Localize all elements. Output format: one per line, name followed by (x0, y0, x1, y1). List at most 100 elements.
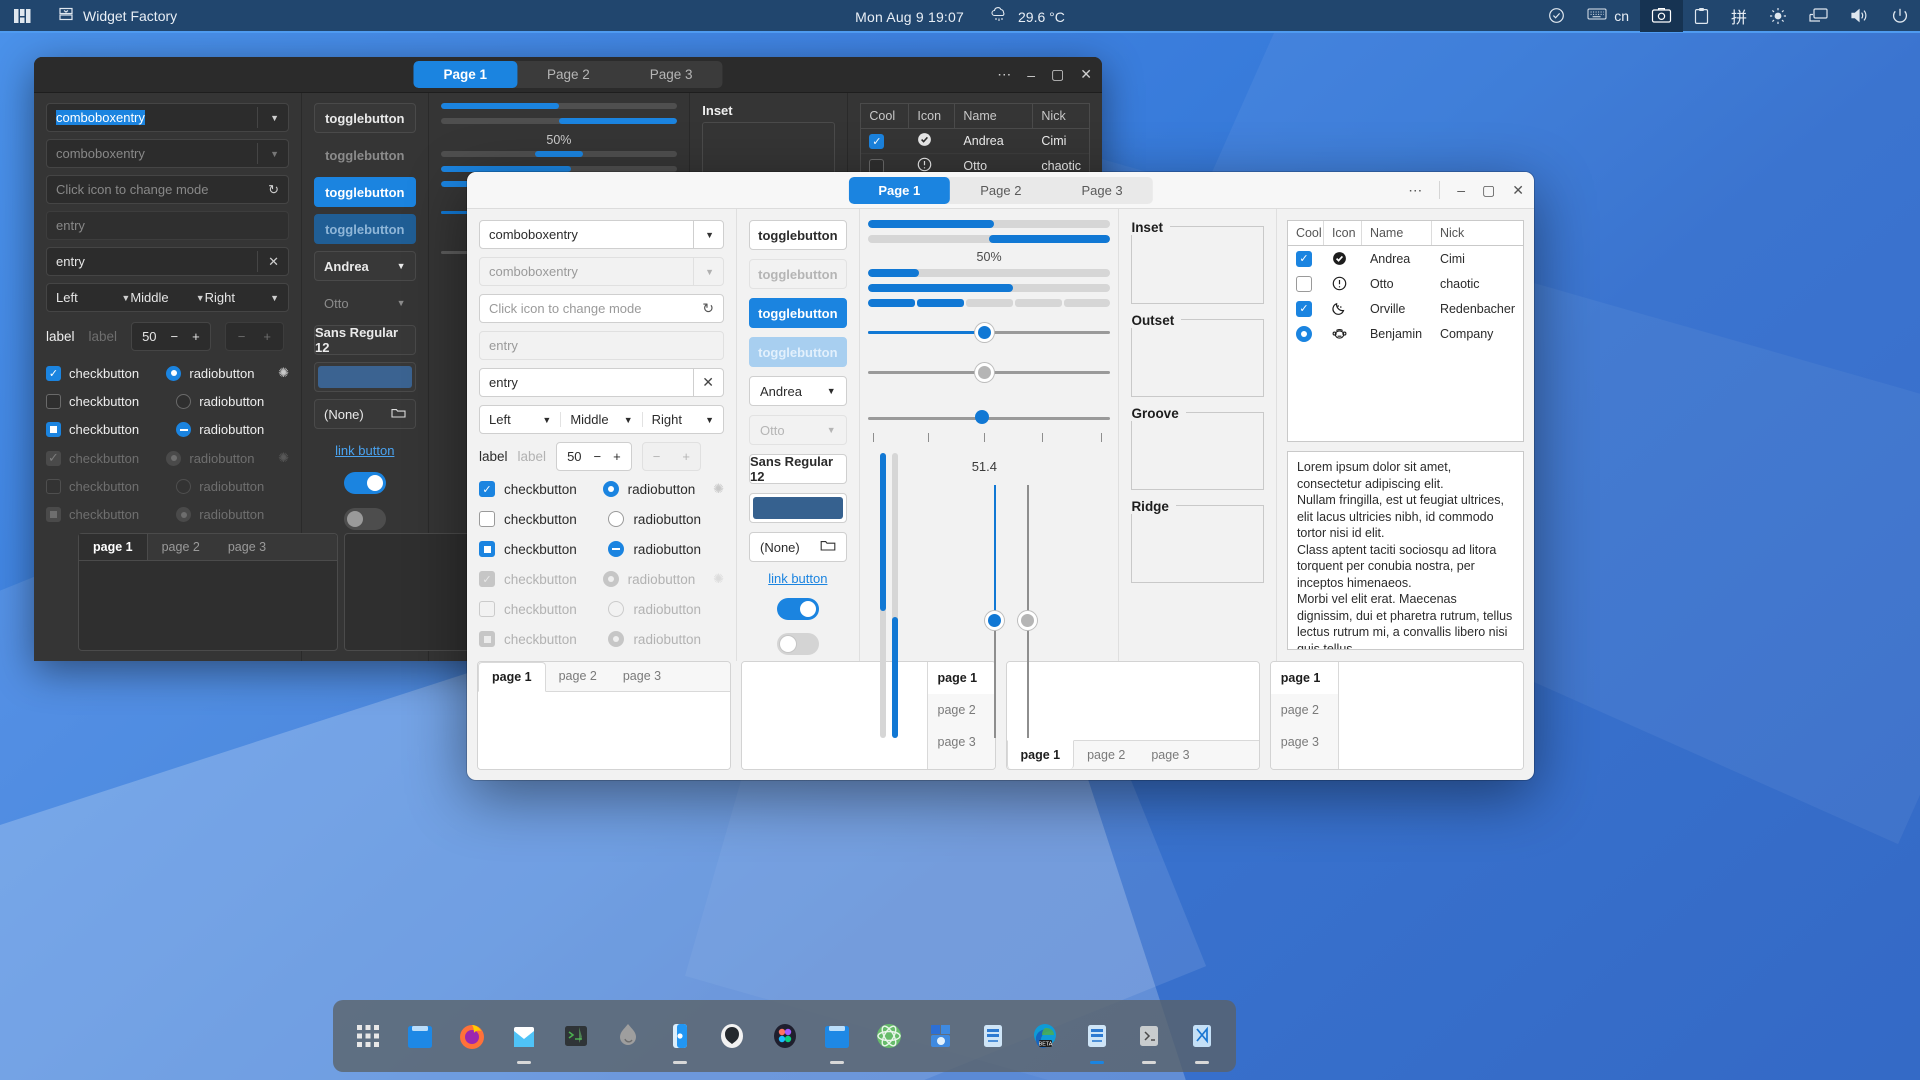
light-radiobutton-3[interactable] (608, 541, 625, 557)
widget-factory-window-light[interactable]: Page 1 Page 2 Page 3 ⋯ ‒ ▢ ✕ comboboxent… (467, 172, 1534, 780)
dock-item-gimp[interactable] (608, 1012, 649, 1060)
dark-nb-tab-2[interactable]: page 2 (148, 534, 214, 560)
dark-radiobutton-3[interactable] (176, 422, 192, 437)
dock-item-firefox[interactable] (451, 1012, 492, 1060)
dock-item-files[interactable] (399, 1012, 440, 1060)
light-checkbutton-2[interactable] (479, 511, 495, 527)
light-textview[interactable]: Lorem ipsum dolor sit amet, consectetur … (1286, 451, 1524, 650)
dark-notebook[interactable]: page 1 page 2 page 3 (78, 533, 338, 651)
light-nb3-tab-3[interactable]: page 3 (1138, 741, 1202, 769)
dark-link-button[interactable]: link button (314, 443, 416, 458)
light-nb4-tab-3[interactable]: page 3 (1271, 726, 1338, 758)
light-radiobutton-1[interactable] (602, 481, 619, 497)
dock-item-settings-blue[interactable] (660, 1012, 701, 1064)
dock-item-store[interactable] (920, 1012, 961, 1060)
light-row-4-radio[interactable] (1295, 325, 1312, 342)
dark-comboboxentry-active[interactable]: comboboxentry ▼ (46, 103, 289, 132)
light-row-2-check[interactable] (1295, 275, 1312, 292)
dark-entry-placeholder[interactable]: entry (46, 211, 289, 240)
light-entry-placeholder[interactable]: entry (479, 331, 724, 360)
dark-name-combo[interactable]: Andrea ▼ (314, 251, 416, 281)
light-nb1-tab-3[interactable]: page 3 (610, 662, 674, 691)
dark-spin-minus[interactable]: − (171, 329, 179, 344)
dark-entry-with-value[interactable]: entry ✕ (46, 247, 289, 276)
light-checkbutton-3[interactable] (479, 541, 495, 557)
light-row-1-check[interactable]: ✓ (1295, 250, 1312, 267)
light-th-cool[interactable]: Cool (1288, 221, 1324, 245)
manjaro-logo-icon[interactable] (0, 0, 46, 32)
clipboard-icon[interactable] (1683, 0, 1720, 32)
light-radiobutton-2[interactable] (608, 511, 625, 527)
light-file-button[interactable]: (None) (749, 532, 847, 562)
dark-checkbutton-2[interactable] (46, 394, 61, 409)
dark-checkbutton-3[interactable] (46, 422, 61, 437)
clear-icon[interactable]: ✕ (702, 374, 714, 391)
dark-nb-tab-3[interactable]: page 3 (214, 534, 280, 560)
table-row[interactable]: Benjamin Company (1288, 321, 1523, 346)
light-tab-page-3[interactable]: Page 3 (1051, 177, 1152, 204)
dock-item-edge-beta[interactable]: BETA (1025, 1012, 1066, 1060)
light-spin-plus[interactable]: + (613, 449, 621, 464)
light-switch-on[interactable] (776, 598, 819, 620)
dark-checkbutton-1[interactable]: ✓ (46, 365, 61, 381)
volume-icon[interactable] (1839, 0, 1880, 32)
light-mode-entry[interactable]: Click icon to change mode ↻ (479, 294, 724, 323)
dark-tab-page-1[interactable]: Page 1 (413, 61, 517, 88)
dark-nb-tab-1[interactable]: page 1 (79, 534, 148, 560)
dark-window-titlebar[interactable]: Page 1 Page 2 Page 3 ⋯ ‒ ▢ ✕ (34, 57, 1102, 93)
keyboard-layout-indicator[interactable]: cn (1576, 0, 1640, 32)
maximize-icon[interactable]: ▢ (1051, 66, 1064, 83)
light-hslider-marks[interactable] (867, 403, 1111, 433)
dark-switch-on[interactable] (343, 472, 386, 494)
reload-icon[interactable]: ↻ (702, 300, 714, 317)
screenshot-camera-icon[interactable] (1639, 0, 1683, 32)
dark-switch-off[interactable] (343, 508, 386, 530)
network-icon[interactable] (1798, 0, 1839, 32)
power-icon[interactable] (1880, 0, 1920, 32)
light-th-name[interactable]: Name (1362, 221, 1432, 245)
dark-table[interactable]: Cool Icon Name Nick ✓ Andrea Cimi Otto c… (860, 103, 1091, 180)
dock-item-editor-2[interactable] (1077, 1012, 1118, 1064)
close-icon[interactable]: ✕ (1080, 66, 1092, 83)
brightness-icon[interactable] (1758, 0, 1798, 32)
close-icon[interactable]: ✕ (1512, 182, 1524, 199)
light-nb3-tab-1[interactable]: page 1 (1006, 740, 1075, 769)
light-table[interactable]: Cool Icon Name Nick ✓ Andrea Cimi Otto c… (1286, 220, 1524, 442)
ime-indicator[interactable]: 拼 (1720, 0, 1758, 32)
dark-th-icon[interactable]: Icon (909, 104, 956, 128)
light-th-nick[interactable]: Nick (1432, 221, 1523, 245)
light-row-3-check[interactable]: ✓ (1295, 300, 1312, 317)
table-row[interactable]: ✓ Andrea Cimi (1288, 246, 1523, 271)
light-spin-minus[interactable]: − (594, 449, 602, 464)
overflow-menu-icon[interactable]: ⋯ (1408, 182, 1422, 199)
light-name-combo[interactable]: Andrea ▼ (749, 376, 847, 406)
dark-th-cool[interactable]: Cool (861, 104, 910, 128)
dark-color-button[interactable] (314, 362, 416, 392)
dock-item-terminal[interactable] (556, 1012, 597, 1060)
light-nb4-tab-1[interactable]: page 1 (1270, 662, 1338, 694)
light-vslider-2-knob[interactable] (1017, 611, 1037, 630)
maximize-icon[interactable]: ▢ (1482, 182, 1495, 199)
light-font-button[interactable]: Sans Regular 12 (749, 454, 847, 484)
light-nb3-tab-2[interactable]: page 2 (1074, 741, 1138, 769)
light-th-icon[interactable]: Icon (1324, 221, 1362, 245)
light-vslider-1-knob[interactable] (984, 611, 1004, 630)
dark-alignment-combos[interactable]: Left ▼ Middle ▼ Right ▼ (46, 283, 289, 312)
dark-togglebutton-1[interactable]: togglebutton (314, 103, 416, 133)
light-align-middle-combo[interactable]: Middle ▼ (560, 412, 641, 427)
light-comboboxentry[interactable]: comboboxentry ▼ (479, 220, 724, 249)
dock-item-editor[interactable] (973, 1012, 1014, 1060)
active-window-entry[interactable]: Widget Factory (46, 0, 189, 31)
minimize-icon[interactable]: ‒ (1027, 67, 1035, 83)
dock-item-console[interactable] (1129, 1012, 1170, 1064)
dock-item-figma[interactable] (764, 1012, 805, 1060)
minimize-icon[interactable]: ‒ (1457, 182, 1465, 198)
dark-spin-plus[interactable]: + (192, 329, 200, 344)
light-notebook-top[interactable]: page 1 page 2 page 3 (477, 661, 732, 770)
dark-radiobutton-1[interactable] (166, 365, 182, 381)
light-hslider-1[interactable] (867, 317, 1111, 347)
light-align-right-combo[interactable]: Right ▼ (641, 412, 723, 427)
dock-item-app-grid[interactable] (347, 1012, 388, 1060)
reload-icon[interactable]: ↻ (268, 182, 279, 198)
light-checkbutton-1[interactable]: ✓ (479, 481, 495, 497)
